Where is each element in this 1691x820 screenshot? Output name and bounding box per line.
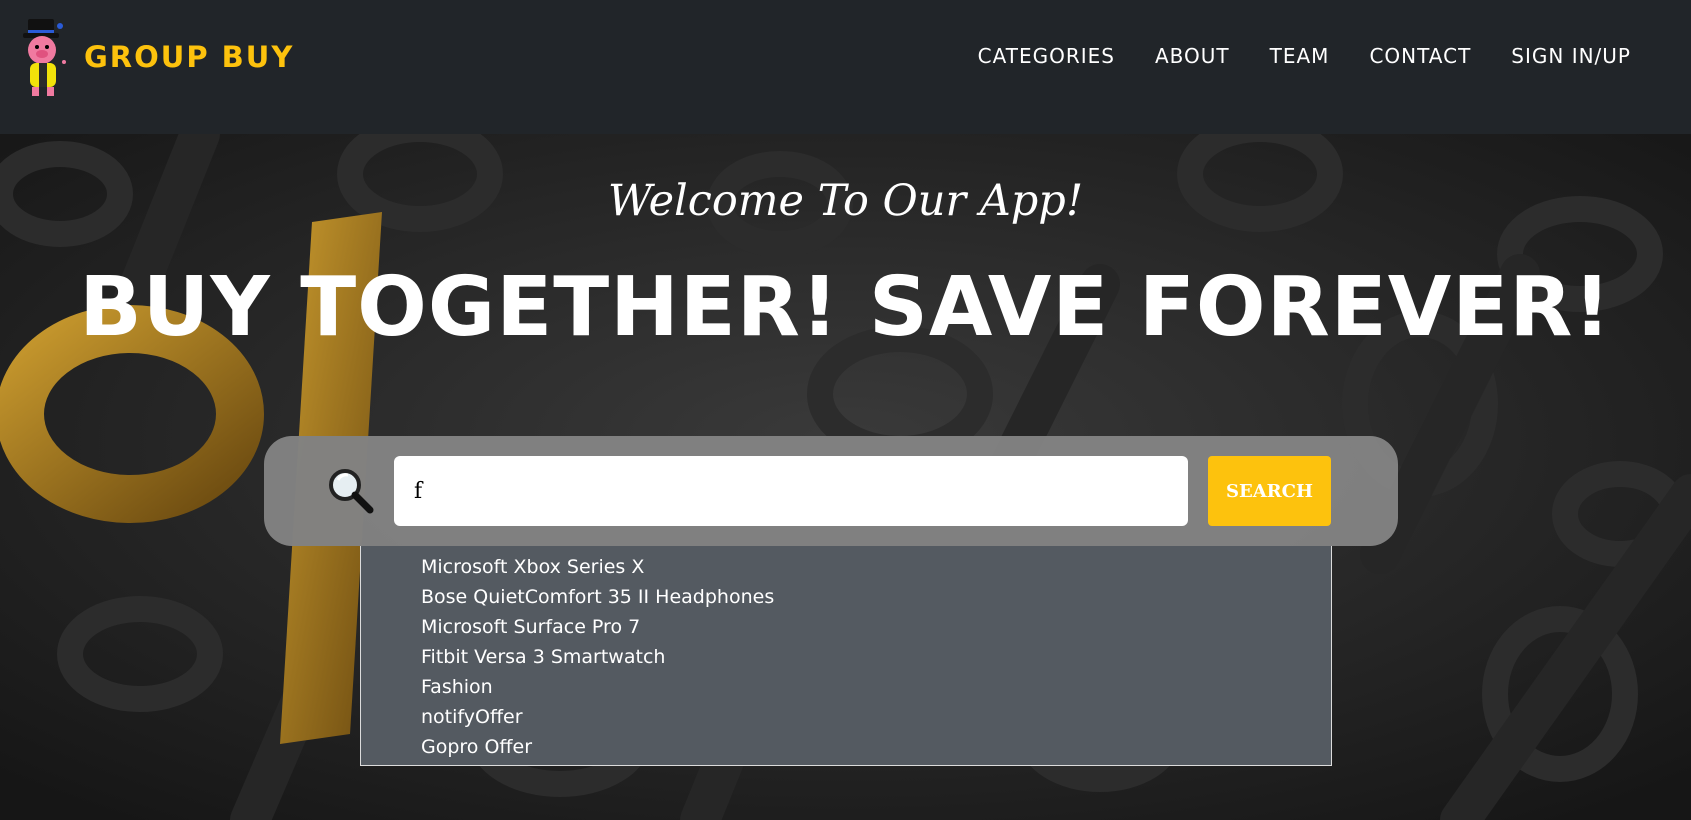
brand[interactable]: GROUP BUY — [20, 16, 294, 98]
suggestion-item[interactable]: Microsoft Xbox Series X — [421, 552, 1331, 582]
search-input[interactable] — [394, 456, 1188, 526]
nav-sign-in-up[interactable]: SIGN IN/UP — [1511, 44, 1631, 68]
main-nav: CATEGORIES ABOUT TEAM CONTACT SIGN IN/UP — [938, 44, 1631, 68]
suggestion-item[interactable]: Fashion — [421, 672, 1331, 702]
magnifier-icon — [329, 469, 374, 514]
navbar: GROUP BUY CATEGORIES ABOUT TEAM CONTACT … — [0, 0, 1691, 134]
search-panel: SEARCH — [264, 436, 1398, 546]
brand-name[interactable]: GROUP BUY — [84, 40, 294, 74]
nav-categories[interactable]: CATEGORIES — [978, 44, 1115, 68]
suggestion-item[interactable]: notifyOffer — [421, 702, 1331, 732]
search-button[interactable]: SEARCH — [1208, 456, 1331, 526]
nav-contact[interactable]: CONTACT — [1369, 44, 1471, 68]
nav-about[interactable]: ABOUT — [1155, 44, 1230, 68]
hero-section: Welcome To Our App! BUY TOGETHER! SAVE F… — [0, 134, 1691, 820]
hero-headline: BUY TOGETHER! SAVE FOREVER! — [79, 260, 1612, 355]
welcome-text: Welcome To Our App! — [607, 176, 1084, 226]
pig-mascot-logo[interactable] — [20, 16, 70, 98]
suggestion-item[interactable]: Fitbit Versa 3 Smartwatch — [421, 642, 1331, 672]
nav-team[interactable]: TEAM — [1270, 44, 1330, 68]
suggestion-item[interactable]: Microsoft Surface Pro 7 — [421, 612, 1331, 642]
suggestion-item[interactable]: Gopro Offer — [421, 732, 1331, 762]
search-suggestions: Microsoft Xbox Series X Bose QuietComfor… — [360, 546, 1332, 766]
suggestion-item[interactable]: Bose QuietComfort 35 II Headphones — [421, 582, 1331, 612]
